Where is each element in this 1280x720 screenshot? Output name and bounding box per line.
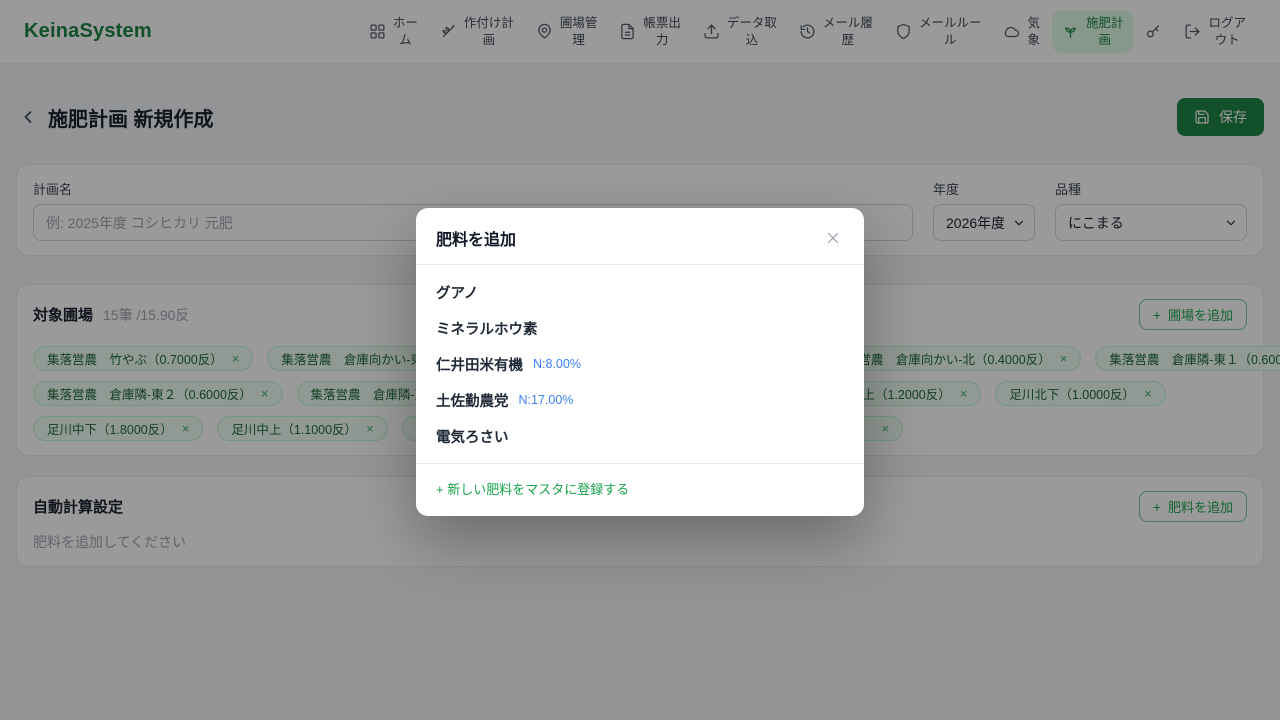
fertilizer-name: ミネラルホウ素 bbox=[436, 318, 538, 339]
modal-title: 肥料を追加 bbox=[436, 226, 516, 250]
fertilizer-list-item[interactable]: グアノ bbox=[416, 274, 864, 310]
fertilizer-name: 仁井田米有機 bbox=[436, 354, 523, 375]
close-icon bbox=[824, 229, 842, 247]
fertilizer-n-value: N:17.00% bbox=[519, 393, 574, 407]
fertilizer-list: グアノ ミネラルホウ素 仁井田米有機 N:8.00% 土佐勤農党 N:17.00… bbox=[416, 265, 864, 463]
register-new-fertilizer-link[interactable]: + 新しい肥料をマスタに登録する bbox=[436, 479, 629, 498]
fertilizer-name: 土佐勤農党 bbox=[436, 390, 509, 411]
fertilizer-list-item[interactable]: ミネラルホウ素 bbox=[416, 310, 864, 346]
fertilizer-list-item[interactable]: 仁井田米有機 N:8.00% bbox=[416, 346, 864, 382]
fertilizer-name: 電気ろさい bbox=[436, 426, 509, 447]
modal-close-button[interactable] bbox=[822, 227, 844, 249]
fertilizer-list-item[interactable]: 電気ろさい bbox=[416, 418, 864, 454]
fertilizer-name: グアノ bbox=[436, 282, 478, 303]
fertilizer-n-value: N:8.00% bbox=[533, 357, 581, 371]
fertilizer-list-item[interactable]: 土佐勤農党 N:17.00% bbox=[416, 382, 864, 418]
add-fertilizer-modal: 肥料を追加 グアノ ミネラルホウ素 仁井田米有機 N:8.00% 土佐勤農党 N… bbox=[416, 208, 864, 516]
